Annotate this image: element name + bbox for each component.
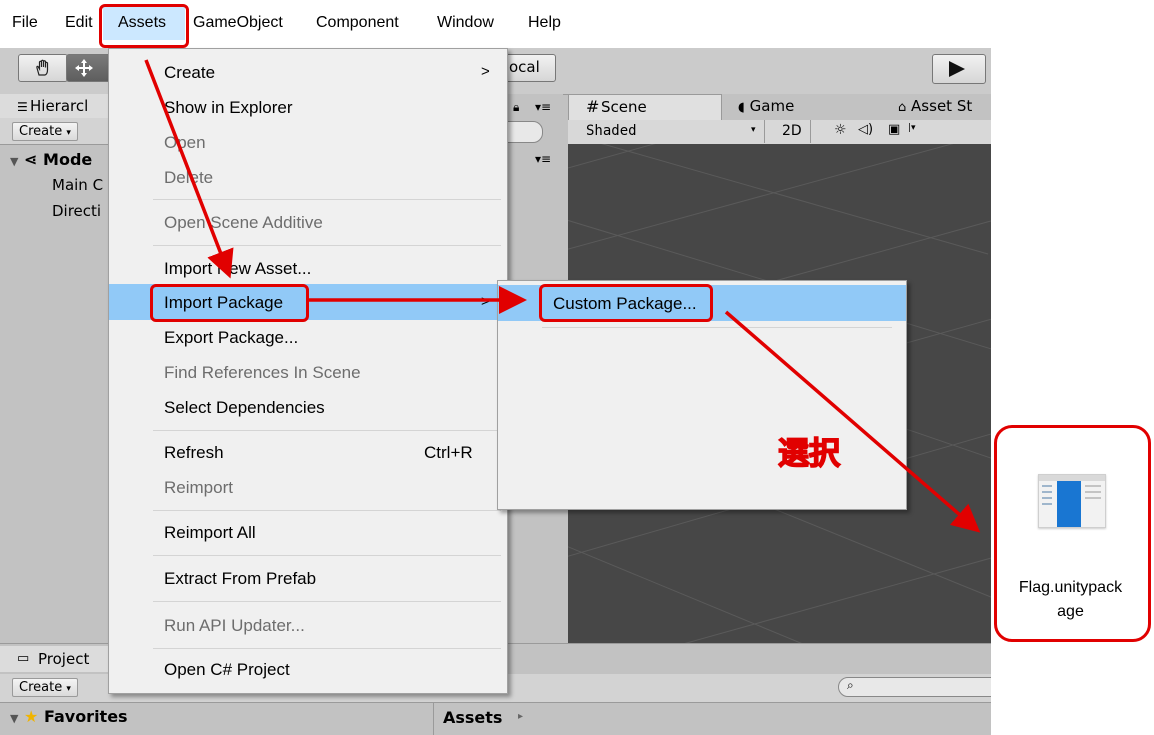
package-file-name: Flag.unitypack age <box>1006 576 1135 624</box>
package-file-name-line1: Flag.unitypack <box>1018 579 1123 596</box>
annotation-arrows <box>144 59 981 533</box>
arrow-assets-to-import <box>144 59 234 279</box>
annotation-select-label: 選択 <box>777 435 841 473</box>
package-file-item[interactable]: Flag.unitypack age <box>1006 436 1135 630</box>
package-file-name-line2: age <box>1057 603 1084 620</box>
package-file-icon <box>1038 474 1106 528</box>
arrow-custom-to-file <box>724 310 981 533</box>
